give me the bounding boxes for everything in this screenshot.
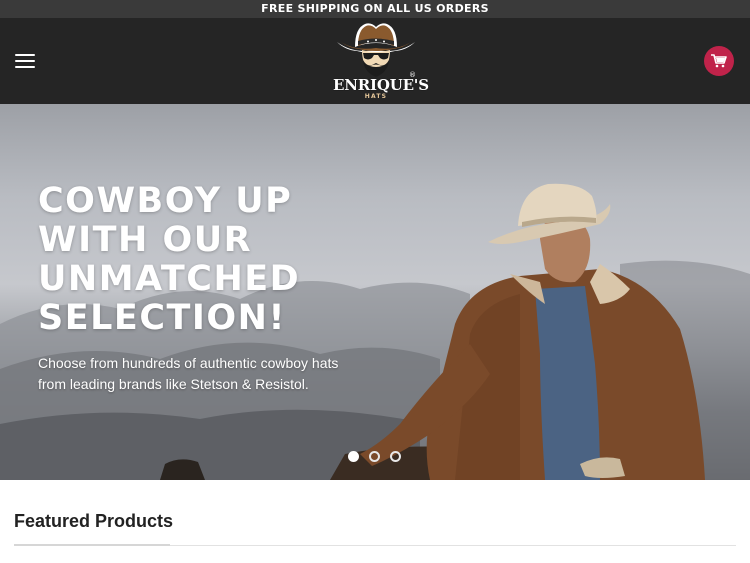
brand-logo[interactable]: ENRIQUE'S ® HATS <box>333 20 429 102</box>
cowboy-face-logo-icon <box>337 23 415 77</box>
slide-dot-2[interactable] <box>369 451 380 462</box>
shopping-cart-icon <box>711 54 727 68</box>
registered-mark: ® <box>409 71 416 79</box>
announcement-bar: FREE SHIPPING ON ALL US ORDERS <box>0 0 750 18</box>
site-header: ENRIQUE'S ® HATS <box>0 18 750 104</box>
hero-title: COWBOY UP WITH OUR UNMATCHED SELECTION! <box>38 181 301 338</box>
slide-dot-3[interactable] <box>390 451 401 462</box>
hero-banner: COWBOY UP WITH OUR UNMATCHED SELECTION! … <box>0 104 750 480</box>
brand-subtitle: HATS <box>364 93 388 100</box>
cart-button[interactable] <box>704 46 734 76</box>
announcement-text: FREE SHIPPING ON ALL US ORDERS <box>261 2 489 15</box>
heading-underline <box>14 544 170 546</box>
hamburger-menu-icon[interactable] <box>15 54 35 68</box>
slide-dot-1[interactable] <box>348 451 359 462</box>
brand-name: ENRIQUE'S <box>333 76 429 94</box>
slider-pagination <box>344 450 414 464</box>
featured-products-heading: Featured Products <box>14 511 174 531</box>
hero-subtitle: Choose from hundreds of authentic cowboy… <box>38 355 339 392</box>
